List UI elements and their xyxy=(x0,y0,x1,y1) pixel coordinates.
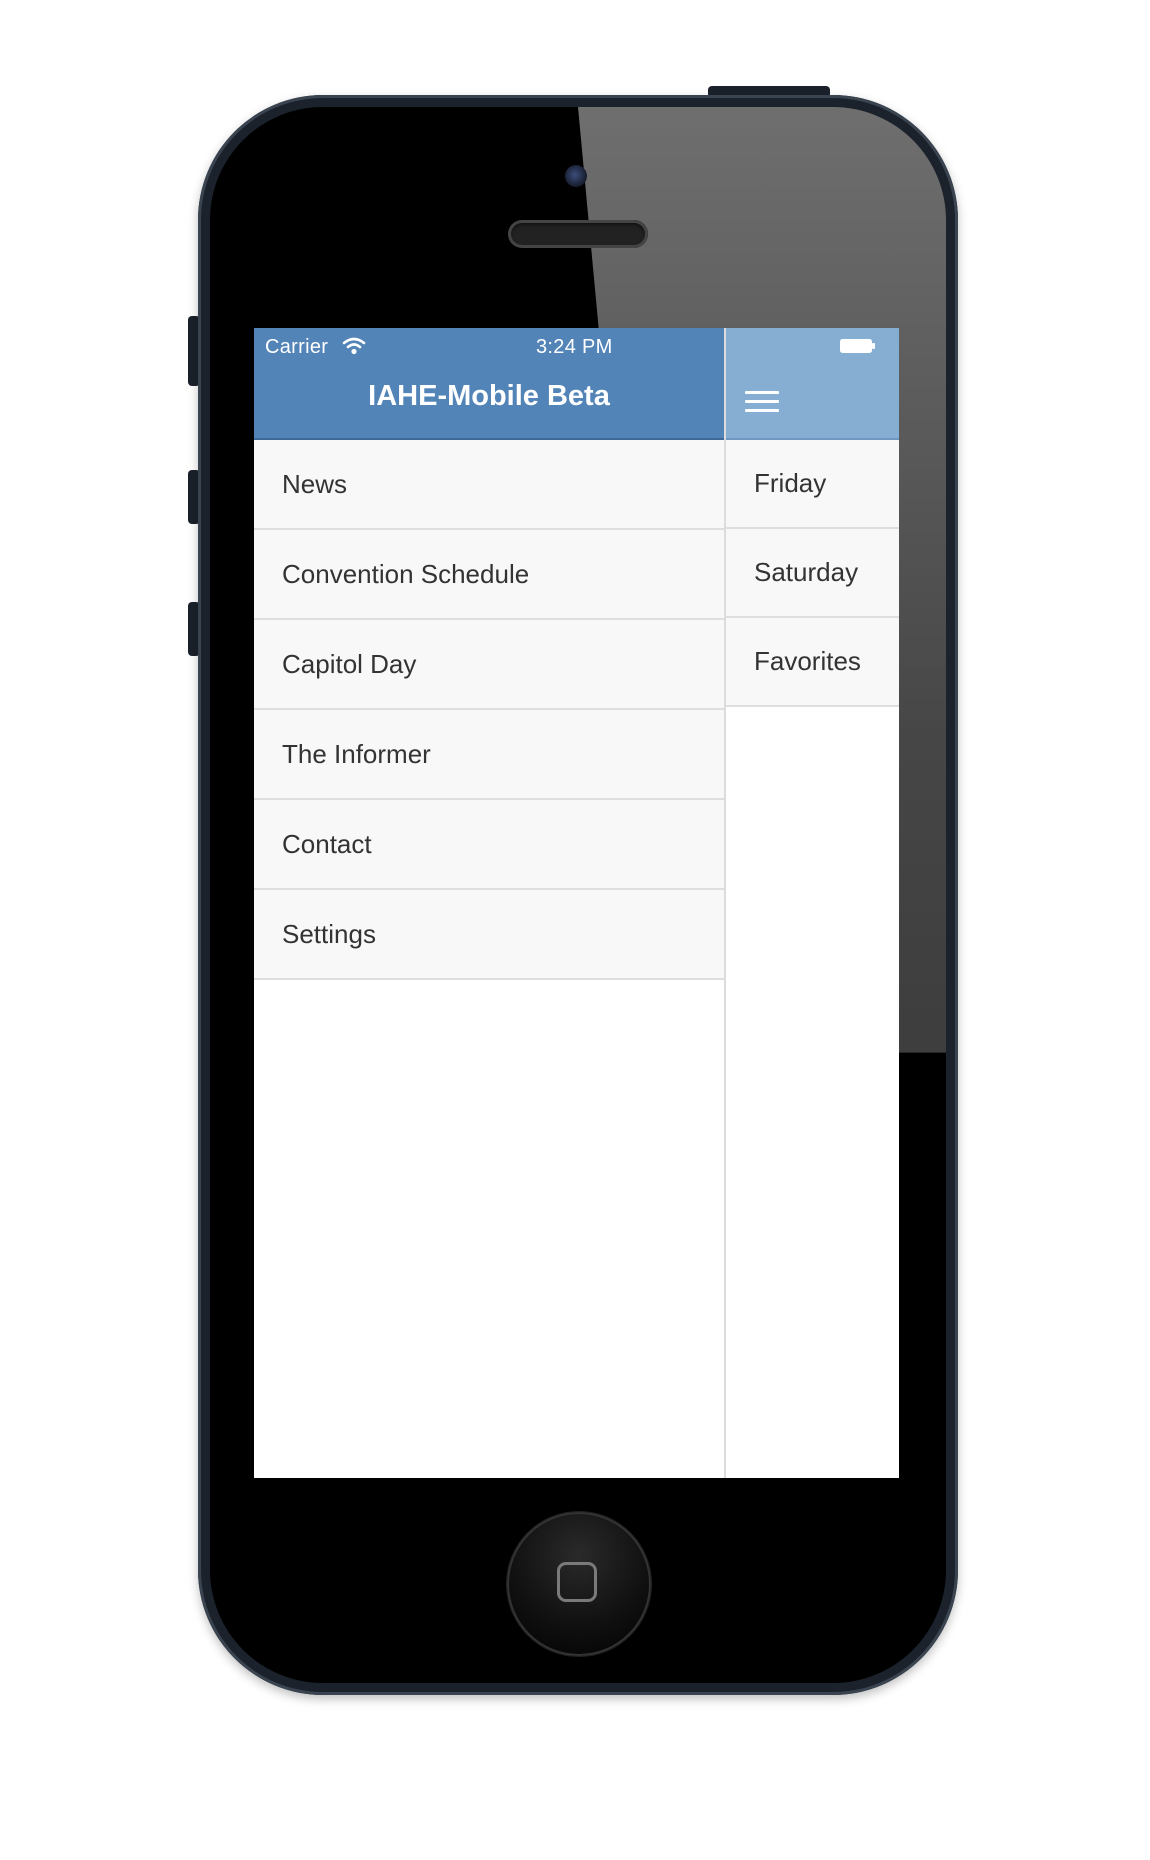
menu-item-the-informer[interactable]: The Informer xyxy=(254,710,724,800)
schedule-panel: Friday Saturday Favorites xyxy=(726,328,899,1478)
menu-list: News Convention Schedule Capitol Day The… xyxy=(254,440,724,980)
menu-item-news[interactable]: News xyxy=(254,440,724,530)
menu-item-contact[interactable]: Contact xyxy=(254,800,724,890)
menu-header: Carrier 3:24 PM IAHE-Mobile Beta xyxy=(254,328,724,440)
day-item-saturday[interactable]: Saturday xyxy=(726,529,899,618)
wifi-icon xyxy=(342,337,366,355)
home-button[interactable] xyxy=(507,1512,651,1656)
schedule-header xyxy=(726,328,899,440)
carrier-label: Carrier xyxy=(265,336,329,358)
device-mockup: Carrier 3:24 PM IAHE-Mobile Beta News Co… xyxy=(0,0,1150,1860)
battery-icon xyxy=(840,339,875,353)
day-list: Friday Saturday Favorites xyxy=(726,440,899,707)
menu-item-convention-schedule[interactable]: Convention Schedule xyxy=(254,530,724,620)
side-menu: Carrier 3:24 PM IAHE-Mobile Beta News Co… xyxy=(254,328,726,1478)
status-time: 3:24 PM xyxy=(536,336,613,358)
menu-item-capitol-day[interactable]: Capitol Day xyxy=(254,620,724,710)
hamburger-icon[interactable] xyxy=(742,385,782,415)
day-item-favorites[interactable]: Favorites xyxy=(726,618,899,707)
home-square-icon xyxy=(557,1562,597,1602)
day-item-friday[interactable]: Friday xyxy=(726,440,899,529)
app-title: IAHE-Mobile Beta xyxy=(368,380,610,412)
menu-item-settings[interactable]: Settings xyxy=(254,890,724,980)
app-screen: Carrier 3:24 PM IAHE-Mobile Beta News Co… xyxy=(254,328,899,1478)
front-camera xyxy=(565,165,587,187)
earpiece-speaker xyxy=(508,220,648,248)
